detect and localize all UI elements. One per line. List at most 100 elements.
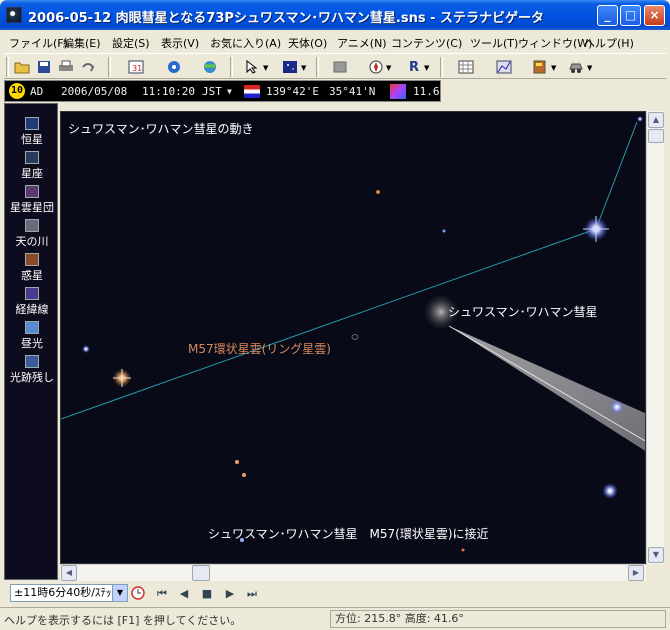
bright-star [610,400,624,414]
r-icon[interactable]: R [404,57,424,77]
menu-edit[interactable]: 編集(E) [63,35,101,51]
maximize-button[interactable]: □ [620,5,641,26]
menu-help[interactable]: ヘルプ(H) [584,35,634,51]
longitude-display[interactable]: 139°42'E [266,85,319,98]
menu-contents[interactable]: コンテンツ(C) [391,35,462,51]
car-dropdown-icon[interactable]: ▼ [587,64,592,72]
pointer-icon[interactable] [242,57,262,77]
sidebar-item-milky-way[interactable]: 天の川 [5,216,59,249]
sky-view[interactable]: シュワスマン･ワハマン彗星の動き シュワスマン･ワハマン彗星 M57環状星雲(リ… [60,111,646,564]
time-step-select[interactable]: ±11時6分40秒/ｽﾃｯﾌﾟ ▼ [10,584,128,602]
ad-badge[interactable]: 10 [9,83,25,99]
status-bar: ヘルプを表示するには [F1] を押してください。 方位: 215.8° 高度:… [0,607,670,630]
menu-tools[interactable]: ツール(T) [470,35,518,51]
open-folder-icon[interactable] [12,57,32,77]
car-icon[interactable] [566,57,586,77]
timezone-label[interactable]: JST [202,85,222,98]
timezone-dropdown-icon[interactable]: ▼ [227,87,232,96]
panel-title: シュワスマン･ワハマン彗星の動き [68,122,254,136]
close-button[interactable]: × [644,5,665,26]
grid-lines-icon [25,287,39,300]
info-bar: 10 AD 2006/05/08 11:10:20 JST ▼ 139°42'E… [4,80,441,102]
menu-file[interactable]: ファイル(F) [9,35,68,51]
save-icon[interactable] [34,57,54,77]
constellation-line [61,228,597,420]
vertical-scrollbar[interactable]: ▲ ▼ [646,111,664,564]
menu-objects[interactable]: 天体(O) [288,35,327,51]
scroll-thumb[interactable] [192,565,210,581]
toolbar: 31 ▼ ▼ ▼ R ▼ ▼ ▼ [4,53,666,79]
skip-to-start-icon[interactable]: ⏮ [154,586,170,602]
sidebar-item-label: 惑星 [21,269,43,282]
calendar-icon[interactable]: 31 [126,57,146,77]
title-bar[interactable]: 2006-05-12 肉眼彗星となる73Pシュワスマン･ワハマン彗星.sns -… [0,0,670,30]
screen-dropdown-icon[interactable]: ▼ [301,64,306,72]
sidebar-item-constellations[interactable]: 星座 [5,148,59,181]
menu-animation[interactable]: アニメ(N) [337,35,387,51]
comet-label[interactable]: シュワスマン･ワハマン彗星 [448,303,598,320]
sky-canvas [61,116,645,552]
toolbar-separator [440,57,443,77]
azimuth-altitude-readout: 方位: 215.8° 高度: 41.6° [330,610,666,628]
minimize-button[interactable]: _ [597,5,618,26]
scroll-thumb[interactable] [648,129,664,143]
observer-icon[interactable] [164,57,184,77]
star [376,190,380,194]
menu-favorites[interactable]: お気に入り(A) [210,35,281,51]
play-button[interactable]: ▶ [222,586,238,602]
book-icon[interactable] [530,57,550,77]
menu-bar: ファイル(F) 編集(E) 設定(S) 表示(V) お気に入り(A) 天体(O)… [4,32,666,52]
stop-icon[interactable] [330,57,350,77]
book-dropdown-icon[interactable]: ▼ [551,64,556,72]
sidebar-item-daylight[interactable]: 昼光 [5,318,59,351]
scroll-right-icon[interactable]: ▶ [628,565,644,581]
sidebar-item-planets[interactable]: 惑星 [5,250,59,283]
globe-icon[interactable] [200,57,220,77]
limiting-magnitude-display[interactable]: 11.6 [413,85,440,98]
undo-icon[interactable] [78,57,98,77]
chevron-down-icon[interactable]: ▼ [112,585,127,601]
status-help-text: ヘルプを表示するには [F1] を押してください。 [4,614,242,627]
compass-dropdown-icon[interactable]: ▼ [386,64,391,72]
toolbar-separator [316,57,319,77]
time-control-bar: ±11時6分40秒/ｽﾃｯﾌﾟ ▼ ⏮ ◀ ■ ▶ ⏭ [4,583,666,605]
scroll-up-icon[interactable]: ▲ [648,112,664,128]
nebula-label[interactable]: M57環状星雲(リング星雲) [188,340,331,357]
m57-ring-nebula-marker[interactable] [351,334,359,340]
screen-icon[interactable] [280,57,300,77]
r-dropdown-icon[interactable]: ▼ [424,64,429,72]
horizontal-scrollbar[interactable]: ◀ ▶ [60,564,646,581]
sidebar-item-trails[interactable]: 光跡残し [5,352,59,385]
stop-button[interactable]: ■ [199,586,215,602]
bright-star-spikes [583,216,609,242]
sidebar-item-grid-lines[interactable]: 経緯線 [5,284,59,317]
sidebar-item-label: 恒星 [21,133,43,146]
sidebar-item-nebulae[interactable]: 星雲星団 [5,182,59,215]
latitude-display[interactable]: 35°41'N [329,85,375,98]
sidebar-item-label: 星座 [21,167,43,180]
compass-icon[interactable] [366,57,386,77]
skip-to-end-icon[interactable]: ⏭ [244,586,260,602]
flag-icon[interactable] [244,85,260,98]
print-icon[interactable] [56,57,76,77]
app-icon[interactable] [6,7,22,23]
scroll-left-icon[interactable]: ◀ [61,565,77,581]
star [235,460,239,464]
sidebar-item-label: 光跡残し [10,371,54,384]
sidebar-item-stars[interactable]: 恒星 [5,114,59,147]
limiting-magnitude-icon[interactable] [390,84,406,99]
menu-settings[interactable]: 設定(S) [112,35,150,51]
clock-icon[interactable] [130,586,146,602]
time-display[interactable]: 11:10:20 [142,85,195,98]
grid-icon[interactable] [456,57,476,77]
scroll-down-icon[interactable]: ▼ [648,547,664,563]
menu-view[interactable]: 表示(V) [161,35,199,51]
menu-window[interactable]: ウィンドウ(W) [518,35,592,51]
pointer-dropdown-icon[interactable]: ▼ [263,64,268,72]
date-display[interactable]: 2006/05/08 [61,85,127,98]
step-back-icon[interactable]: ◀ [176,586,192,602]
sky-caption: シュワスマン･ワハマン彗星 M57(環状星雲)に接近 [208,527,489,541]
star [637,116,643,122]
nebula-icon [25,185,39,198]
chart-icon[interactable] [494,57,514,77]
